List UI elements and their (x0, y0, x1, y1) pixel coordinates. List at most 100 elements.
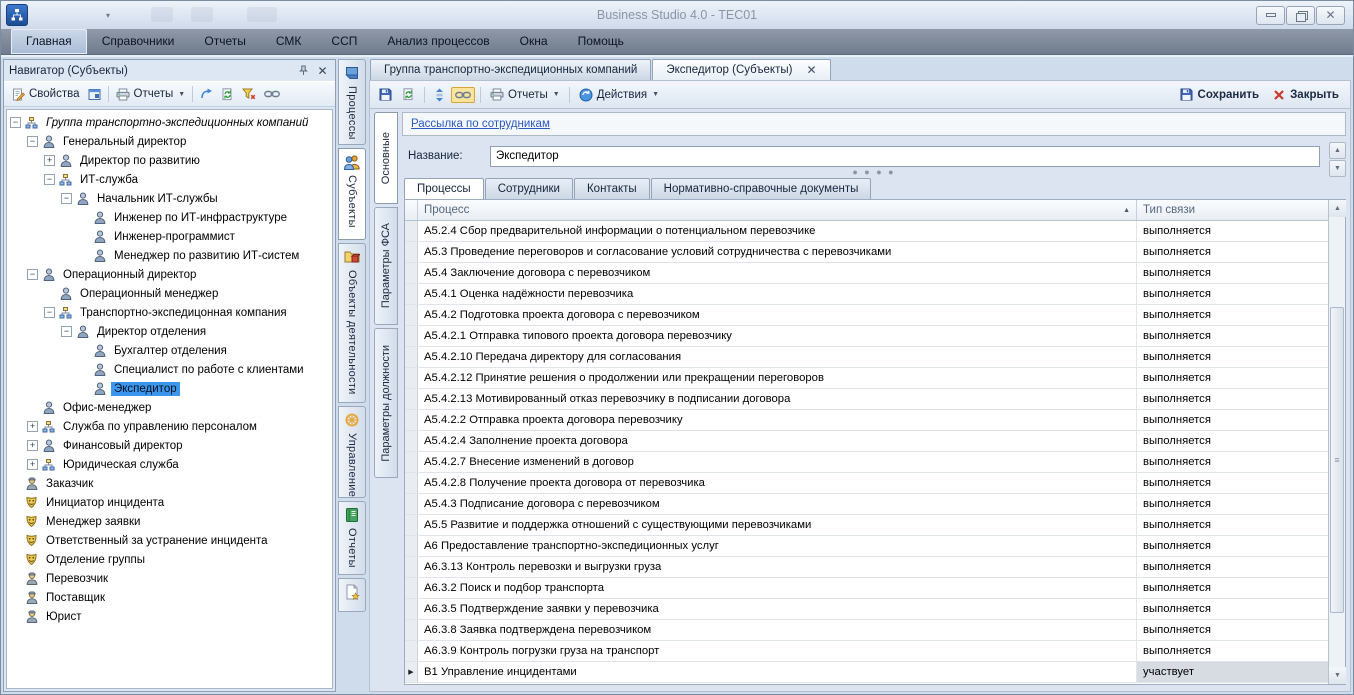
tree-item[interactable]: Заказчик (7, 474, 332, 493)
show-in-window-button[interactable] (84, 86, 105, 103)
clear-filter-button[interactable] (238, 86, 260, 102)
table-row[interactable]: А6.3.8 Заявка подтверждена перевозчикомв… (405, 620, 1328, 641)
content-tab[interactable]: Нормативно-справочные документы (651, 178, 872, 199)
name-input[interactable] (490, 146, 1320, 167)
table-row[interactable]: А6.3.9 Контроль погрузки груза на трансп… (405, 641, 1328, 662)
save-and-commit-button[interactable]: Сохранить (1180, 88, 1260, 101)
menu-item[interactable]: Анализ процессов (372, 29, 504, 54)
column-header-process[interactable]: Процесс ▲ (418, 200, 1136, 220)
table-row[interactable]: А5.4.2.13 Мотивированный отказ перевозчи… (405, 389, 1328, 410)
tree-item[interactable]: +Финансовый директор (7, 436, 332, 455)
tree-item[interactable]: −ИТ-служба (7, 170, 332, 189)
module-tab-objects[interactable]: Объекты деятельности (338, 243, 366, 403)
collapse-icon[interactable]: − (27, 269, 38, 280)
table-row[interactable]: А5.5 Развитие и поддержка отношений с су… (405, 515, 1328, 536)
module-tab-management[interactable]: Управление (338, 406, 366, 498)
collapse-icon[interactable]: − (61, 326, 72, 337)
save-button[interactable] (375, 86, 396, 103)
navigator-reports-button[interactable]: Отчеты ▼ (112, 86, 190, 103)
table-row[interactable]: А5.4.1 Оценка надёжности перевозчикавыпо… (405, 284, 1328, 305)
tree-item[interactable]: Специалист по работе с клиентами (7, 360, 332, 379)
menu-item[interactable]: ССП (316, 29, 372, 54)
tree-item[interactable]: Инициатор инцидента (7, 493, 332, 512)
table-row[interactable]: А5.4.2.7 Внесение изменений в договорвып… (405, 452, 1328, 473)
link-mode-button[interactable] (260, 87, 284, 101)
minimize-button[interactable] (1256, 6, 1285, 25)
app-logo-icon[interactable] (6, 4, 28, 26)
scrollbar-down-button[interactable]: ▼ (1329, 667, 1346, 684)
menu-item[interactable]: Помощь (563, 29, 639, 54)
refresh-button[interactable] (217, 86, 238, 103)
table-row[interactable]: А5.4.2.8 Получение проекта договора от п… (405, 473, 1328, 494)
actions-button[interactable]: Действия ▼ (575, 86, 663, 104)
tree-item[interactable]: Инженер по ИТ-инфраструктуре (7, 208, 332, 227)
tree-item[interactable]: −Группа транспортно-экспедиционных компа… (7, 113, 332, 132)
tree-item[interactable]: −Операционный директор (7, 265, 332, 284)
content-tab[interactable]: Сотрудники (485, 178, 573, 199)
tree-item[interactable]: Операционный менеджер (7, 284, 332, 303)
table-row[interactable]: А5.4 Заключение договора с перевозчикомв… (405, 263, 1328, 284)
module-tab-newdoc[interactable] (338, 578, 366, 612)
sync-navigator-toggle[interactable] (451, 87, 475, 103)
content-tab[interactable]: Контакты (574, 178, 650, 199)
close-button[interactable]: ✕ (1316, 6, 1345, 25)
collapse-icon[interactable]: − (44, 174, 55, 185)
table-row[interactable]: А6.3.13 Контроль перевозки и выгрузки гр… (405, 557, 1328, 578)
tree-item[interactable]: −Начальник ИТ-службы (7, 189, 332, 208)
module-tab-process[interactable]: Процессы (338, 59, 366, 145)
table-row[interactable]: А5.4.2.4 Заполнение проекта договоравыпо… (405, 431, 1328, 452)
content-tab[interactable]: Процессы (404, 178, 484, 199)
form-side-tab[interactable]: Основные (374, 112, 398, 204)
tree-item[interactable]: Перевозчик (7, 569, 332, 588)
tree-item[interactable]: Менеджер по развитию ИТ-систем (7, 246, 332, 265)
scroll-up-button[interactable]: ▲ (1329, 142, 1346, 159)
table-row[interactable]: А6.3.2 Поиск и подбор транспортавыполняе… (405, 578, 1328, 599)
tree-item[interactable]: −Генеральный директор (7, 132, 332, 151)
collapse-icon[interactable]: − (61, 193, 72, 204)
tree-item[interactable]: Бухгалтер отделения (7, 341, 332, 360)
menu-item[interactable]: Главная (11, 29, 87, 54)
tree-item[interactable]: Ответственный за устранение инцидента (7, 531, 332, 550)
module-tab-reports[interactable]: Отчеты (338, 501, 366, 575)
table-row[interactable]: А6.3.5 Подтверждение заявки у перевозчик… (405, 599, 1328, 620)
tree-item[interactable]: Отделение группы (7, 550, 332, 569)
table-row[interactable]: А5.4.2.12 Принятие решения о продолжении… (405, 368, 1328, 389)
form-side-tab[interactable]: Параметры ФСА (374, 207, 398, 325)
document-tab[interactable]: Группа транспортно-экспедиционных компан… (370, 59, 651, 80)
document-tab[interactable]: Экспедитор (Субъекты)✕ (652, 59, 830, 80)
scrollbar-thumb[interactable]: ≡ (1330, 307, 1344, 613)
table-row[interactable]: А5.4.2 Подготовка проекта договора с пер… (405, 305, 1328, 326)
table-row[interactable]: А5.2.4 Сбор предварительной информации о… (405, 221, 1328, 242)
collapse-icon[interactable]: − (10, 117, 21, 128)
table-row[interactable]: А6 Предоставление транспортно-экспедицио… (405, 536, 1328, 557)
tree-item[interactable]: Экспедитор (7, 379, 332, 398)
menu-item[interactable]: Справочники (87, 29, 190, 54)
close-tab-icon[interactable]: ✕ (806, 64, 816, 76)
properties-button[interactable]: Свойства (8, 86, 84, 103)
table-row[interactable]: А5.4.2.10 Передача директору для согласо… (405, 347, 1328, 368)
expand-icon[interactable]: + (27, 421, 38, 432)
tree-item[interactable]: +Директор по развитию (7, 151, 332, 170)
table-row[interactable]: А5.4.3 Подписание договора с перевозчико… (405, 494, 1328, 515)
menu-item[interactable]: СМК (261, 29, 317, 54)
form-side-tab[interactable]: Параметры должности (374, 328, 398, 478)
tree-item[interactable]: Менеджер заявки (7, 512, 332, 531)
table-row[interactable]: А5.3 Проведение переговоров и согласован… (405, 242, 1328, 263)
expand-icon[interactable]: + (27, 440, 38, 451)
collapse-icon[interactable]: − (27, 136, 38, 147)
table-row[interactable]: ▶В1 Управление инцидентамиучаствует (405, 662, 1328, 683)
table-row[interactable]: А5.4.2.2 Отправка проекта договора перев… (405, 410, 1328, 431)
expand-icon[interactable]: + (27, 459, 38, 470)
tree-item[interactable]: −Транспортно-экспедицонная компания (7, 303, 332, 322)
restore-button[interactable] (1286, 6, 1315, 25)
module-tab-subjects[interactable]: Субъекты (338, 148, 366, 240)
panel-close-button[interactable]: ✕ (315, 63, 330, 78)
pin-icon[interactable] (296, 63, 311, 78)
menu-item[interactable]: Окна (505, 29, 563, 54)
scrollbar-track[interactable]: ≡ (1329, 217, 1345, 667)
quick-access-dropdown-icon[interactable] (100, 7, 116, 23)
tree-item[interactable]: Поставщик (7, 588, 332, 607)
tree-item[interactable]: +Юридическая служба (7, 455, 332, 474)
refresh-document-button[interactable] (398, 86, 419, 103)
tree-item[interactable]: +Служба по управлению персоналом (7, 417, 332, 436)
